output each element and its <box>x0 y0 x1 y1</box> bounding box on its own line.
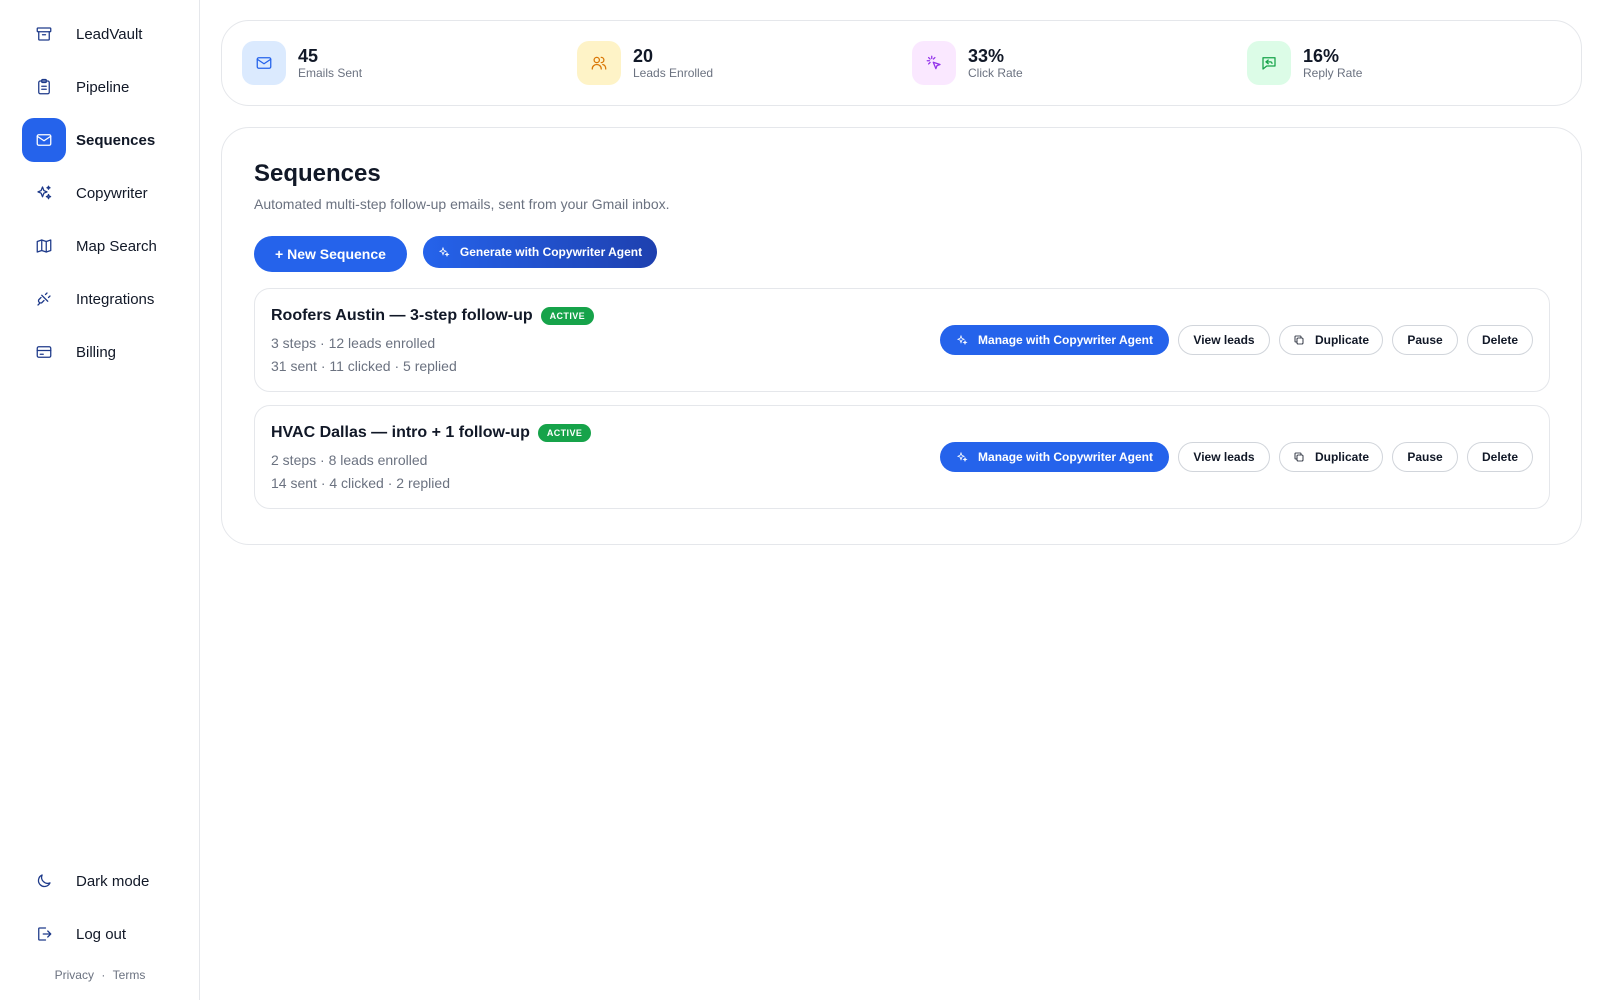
terms-link[interactable]: Terms <box>113 968 146 982</box>
legal-separator: · <box>101 968 106 982</box>
button-label: Duplicate <box>1314 333 1369 347</box>
map-icon <box>22 224 66 268</box>
manage-with-copywriter-agent-button[interactable]: Manage with Copywriter Agent <box>940 325 1169 355</box>
copy-icon <box>1294 452 1304 462</box>
stat-emails-sent: 45 Emails Sent <box>242 41 362 85</box>
stat-label: Click Rate <box>968 66 1023 80</box>
sidebar-item-label: Pipeline <box>76 78 130 96</box>
sequence-title: HVAC Dallas — intro + 1 follow-up <box>271 424 530 441</box>
sequence-card: HVAC Dallas — intro + 1 follow-up ACTIVE… <box>254 405 1550 509</box>
delete-button[interactable]: Delete <box>1467 325 1533 355</box>
stat-leads-enrolled: 20 Leads Enrolled <box>577 41 713 85</box>
sidebar-item-label: Map Search <box>76 237 157 255</box>
sequence-title: Roofers Austin — 3-step follow-up <box>271 307 533 324</box>
button-label: Manage with Copywriter Agent <box>978 333 1153 347</box>
stat-value: 45 <box>298 46 319 66</box>
pause-button[interactable]: Pause <box>1392 442 1458 472</box>
sidebar-item-label: LeadVault <box>76 25 143 43</box>
page-title: Sequences <box>254 160 381 187</box>
sidebar-item-label: Sequences <box>76 131 156 149</box>
duplicate-button[interactable]: Duplicate <box>1279 442 1383 472</box>
logout-icon <box>22 912 66 956</box>
stat-click-rate: 33% Click Rate <box>912 41 1023 85</box>
sidebar-item-label: Integrations <box>76 290 155 308</box>
stat-value: 16% <box>1303 46 1340 66</box>
mail-icon <box>22 118 66 162</box>
sequences-panel: Sequences Automated multi-step follow-up… <box>221 127 1582 545</box>
stat-value: 33% <box>968 46 1005 66</box>
mail-icon <box>242 41 286 85</box>
log-out-label: Log out <box>76 925 127 943</box>
status-badge: ACTIVE <box>540 307 595 325</box>
pause-button[interactable]: Pause <box>1392 325 1458 355</box>
sequence-steps-info: 3 steps · 12 leads enrolled <box>271 335 436 351</box>
archive-icon <box>22 12 66 56</box>
stat-label: Emails Sent <box>298 66 363 80</box>
stat-label: Leads Enrolled <box>633 66 714 80</box>
page-subtitle: Automated multi-step follow-up emails, s… <box>254 196 670 212</box>
sequence-stats-info: 14 sent · 4 clicked · 2 replied <box>271 475 450 491</box>
view-leads-button[interactable]: View leads <box>1178 325 1270 355</box>
delete-button[interactable]: Delete <box>1467 442 1533 472</box>
sparkles-icon <box>22 171 66 215</box>
sparkles-icon <box>438 246 450 257</box>
privacy-link[interactable]: Privacy <box>55 968 94 982</box>
sidebar-item-sequences[interactable]: Sequences <box>22 118 192 162</box>
moon-icon <box>22 859 66 903</box>
generate-with-copywriter-agent-button[interactable]: Generate with Copywriter Agent <box>423 236 657 268</box>
dark-mode-label: Dark mode <box>76 872 150 890</box>
button-label: Generate with Copywriter Agent <box>459 245 643 259</box>
reply-icon <box>1247 41 1291 85</box>
credit-card-icon <box>22 330 66 374</box>
sparkles-icon <box>956 451 968 462</box>
stats-card: 45 Emails Sent 20 Leads Enrolled 33% Cli… <box>221 20 1582 106</box>
sidebar-item-label: Billing <box>76 343 117 361</box>
sidebar-item-copywriter[interactable]: Copywriter <box>22 171 192 215</box>
button-label: Manage with Copywriter Agent <box>978 450 1153 464</box>
duplicate-button[interactable]: Duplicate <box>1279 325 1383 355</box>
new-sequence-button[interactable]: + New Sequence <box>254 236 407 272</box>
sequence-actions: Manage with Copywriter Agent View leads … <box>940 442 1533 472</box>
dark-mode-toggle[interactable]: Dark mode <box>22 859 192 903</box>
copy-icon <box>1294 335 1304 345</box>
users-icon <box>577 41 621 85</box>
sidebar-item-pipeline[interactable]: Pipeline <box>22 65 192 109</box>
stat-reply-rate: 16% Reply Rate <box>1247 41 1362 85</box>
sparkles-icon <box>956 334 968 345</box>
stat-label: Reply Rate <box>1303 66 1363 80</box>
log-out-button[interactable]: Log out <box>22 912 192 956</box>
sidebar-item-label: Copywriter <box>76 184 148 202</box>
clipboard-icon <box>22 65 66 109</box>
sidebar-item-integrations[interactable]: Integrations <box>22 277 192 321</box>
plug-icon <box>22 277 66 321</box>
sidebar-item-leadvault[interactable]: LeadVault <box>22 12 192 56</box>
sidebar-item-billing[interactable]: Billing <box>22 330 192 374</box>
legal-links: Privacy · Terms <box>0 968 200 982</box>
sequence-stats-info: 31 sent · 11 clicked · 5 replied <box>271 358 457 374</box>
sidebar: LeadVault Pipeline Sequences Copywriter … <box>0 0 200 1000</box>
click-icon <box>912 41 956 85</box>
sequence-card: Roofers Austin — 3-step follow-up ACTIVE… <box>254 288 1550 392</box>
manage-with-copywriter-agent-button[interactable]: Manage with Copywriter Agent <box>940 442 1169 472</box>
stat-value: 20 <box>633 46 654 66</box>
button-label: Duplicate <box>1314 450 1369 464</box>
view-leads-button[interactable]: View leads <box>1178 442 1270 472</box>
sequence-steps-info: 2 steps · 8 leads enrolled <box>271 452 428 468</box>
status-badge: ACTIVE <box>537 424 592 442</box>
sequence-actions: Manage with Copywriter Agent View leads … <box>940 325 1533 355</box>
sidebar-item-map-search[interactable]: Map Search <box>22 224 192 268</box>
